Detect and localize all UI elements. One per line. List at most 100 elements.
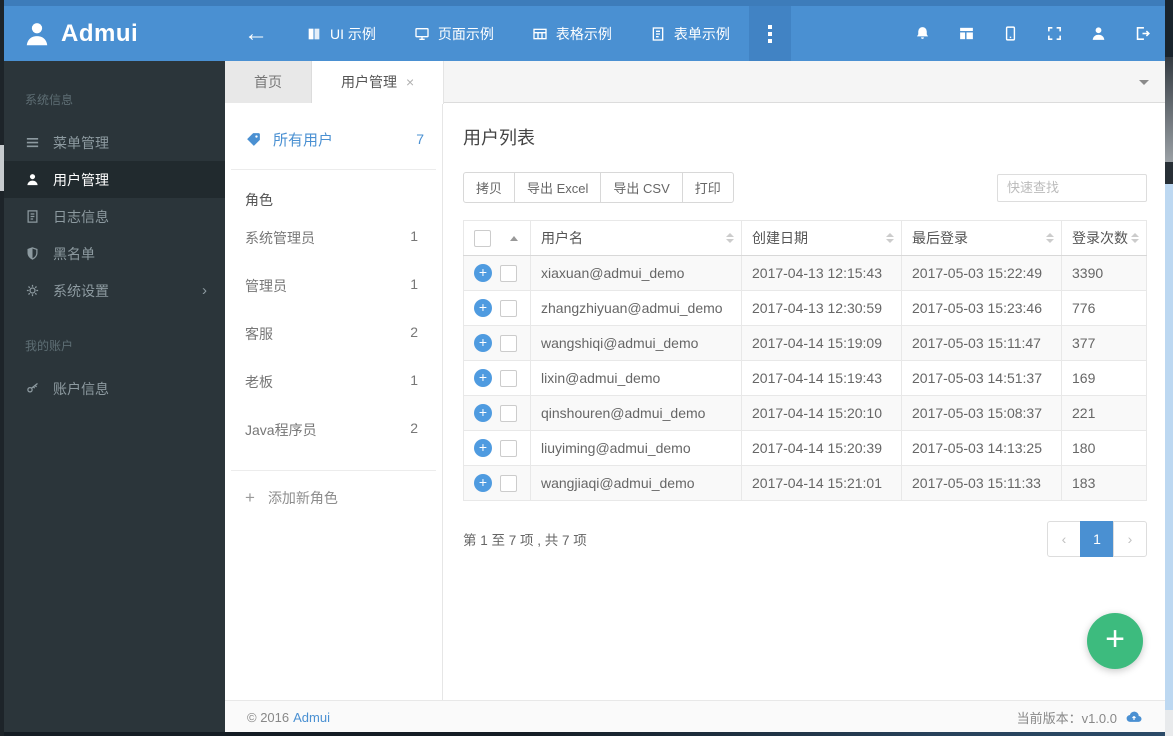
- book-icon: [306, 26, 322, 42]
- row-checkbox[interactable]: [500, 369, 517, 387]
- row-checkbox[interactable]: [500, 474, 517, 492]
- expand-row-icon[interactable]: +: [474, 264, 492, 282]
- sidebar-item-log-info[interactable]: 日志信息: [0, 198, 225, 235]
- cell-created: 2017-04-13 12:30:59: [741, 290, 902, 326]
- add-user-fab-button[interactable]: +: [1087, 613, 1143, 669]
- expand-row-icon[interactable]: +: [474, 439, 492, 457]
- nav-item-ui-demo[interactable]: UI 示例: [287, 6, 395, 61]
- roles-header: 角色: [245, 192, 273, 208]
- layout-icon[interactable]: [958, 25, 975, 42]
- row-checkbox[interactable]: [500, 439, 517, 457]
- role-item-boss[interactable]: 老板 1: [225, 358, 442, 406]
- nav-item-table-demo[interactable]: 表格示例: [513, 6, 631, 61]
- export-excel-button[interactable]: 导出 Excel: [514, 172, 602, 203]
- column-header-created[interactable]: 创建日期: [741, 220, 902, 256]
- all-users-filter[interactable]: 所有用户 7: [245, 121, 428, 157]
- tab-user-management[interactable]: 用户管理 ×: [312, 61, 445, 104]
- expand-row-icon[interactable]: +: [474, 299, 492, 317]
- column-header-login-count[interactable]: 登录次数: [1061, 220, 1147, 256]
- role-item-support[interactable]: 客服 2: [225, 310, 442, 358]
- table-row: + zhangzhiyuan@admui_demo 2017-04-13 12:…: [463, 290, 1147, 326]
- copy-button[interactable]: 拷贝: [463, 172, 516, 203]
- brand-logo[interactable]: Admui: [22, 19, 138, 49]
- expand-row-icon[interactable]: +: [474, 334, 492, 352]
- role-count: 2: [410, 420, 418, 436]
- cell-created: 2017-04-13 12:15:43: [741, 255, 902, 291]
- cell-created: 2017-04-14 15:20:39: [741, 430, 902, 466]
- row-checkbox[interactable]: [500, 299, 517, 317]
- table-row: + xiaxuan@admui_demo 2017-04-13 12:15:43…: [463, 255, 1147, 291]
- sidebar-item-label: 用户管理: [53, 171, 109, 188]
- page-scrollbar-thumb[interactable]: [1165, 57, 1173, 162]
- cell-login-count: 221: [1061, 395, 1147, 431]
- add-role-button[interactable]: + 添加新角色: [225, 471, 442, 525]
- role-item-admin[interactable]: 管理员 1: [225, 262, 442, 310]
- row-checkbox[interactable]: [500, 404, 517, 422]
- column-header-username[interactable]: 用户名: [530, 220, 742, 256]
- expand-row-icon[interactable]: +: [474, 404, 492, 422]
- tag-icon: [245, 131, 262, 148]
- export-button-group: 拷贝 导出 Excel 导出 CSV 打印: [463, 172, 734, 203]
- roles-panel: 所有用户 7 角色 系统管理员 1 管理员 1 客服 2 老板 1 Java程序…: [225, 103, 443, 700]
- sort-icons: [1131, 233, 1139, 243]
- print-button[interactable]: 打印: [681, 172, 734, 203]
- user-icon[interactable]: [1090, 25, 1107, 42]
- cell-login-count: 776: [1061, 290, 1147, 326]
- quick-search-input[interactable]: [997, 173, 1147, 202]
- sidebar-item-menu-management[interactable]: 菜单管理: [0, 124, 225, 161]
- form-icon: [650, 26, 666, 42]
- tab-dropdown-caret-icon[interactable]: [1139, 80, 1149, 85]
- key-icon: [24, 381, 40, 396]
- column-label: 用户名: [541, 230, 583, 246]
- mobile-icon[interactable]: [1002, 25, 1019, 42]
- cloud-upload-icon[interactable]: [1125, 708, 1143, 726]
- column-label: 创建日期: [752, 230, 808, 246]
- pagination: ‹ 1 ›: [1047, 521, 1147, 557]
- role-count: 1: [410, 372, 418, 388]
- close-icon[interactable]: ×: [406, 74, 414, 90]
- sidebar-item-blacklist[interactable]: 黑名单: [0, 235, 225, 272]
- role-item-sysadmin[interactable]: 系统管理员 1: [225, 214, 442, 262]
- logout-icon[interactable]: [1134, 25, 1151, 42]
- expand-row-icon[interactable]: +: [474, 369, 492, 387]
- bell-icon[interactable]: [914, 25, 931, 42]
- export-csv-button[interactable]: 导出 CSV: [600, 172, 683, 203]
- tab-home[interactable]: 首页: [225, 61, 312, 103]
- cell-login-count: 180: [1061, 430, 1147, 466]
- expand-row-icon[interactable]: +: [474, 474, 492, 492]
- select-all-checkbox[interactable]: [474, 229, 491, 247]
- all-users-label: 所有用户: [273, 131, 334, 149]
- scrollbar-segment: [1165, 0, 1173, 57]
- page-scrollbar: [1165, 0, 1173, 736]
- column-header-last-login[interactable]: 最后登录: [901, 220, 1062, 256]
- cell-last-login: 2017-05-03 15:23:46: [901, 290, 1062, 326]
- role-count: 1: [410, 228, 418, 244]
- monitor-icon: [414, 26, 430, 42]
- nav-item-page-demo[interactable]: 页面示例: [395, 6, 513, 61]
- sidebar-scrollbar-thumb[interactable]: [0, 145, 4, 191]
- prev-page-button[interactable]: ‹: [1047, 521, 1081, 557]
- footer-brand-link[interactable]: Admui: [293, 710, 330, 725]
- role-name: 客服: [245, 326, 273, 342]
- sidebar-item-system-settings[interactable]: 系统设置 ›: [0, 272, 225, 309]
- users-table: 用户名 创建日期 最后登录 登录次数 + xiaxuan@admui_demo …: [463, 220, 1147, 501]
- kebab-menu-icon: [767, 24, 772, 43]
- nav-item-form-demo[interactable]: 表单示例: [631, 6, 749, 61]
- page-button-1[interactable]: 1: [1080, 521, 1114, 557]
- sidebar-item-user-management[interactable]: 用户管理: [0, 161, 225, 198]
- row-checkbox[interactable]: [500, 264, 517, 282]
- more-menu-button[interactable]: [748, 6, 791, 61]
- cell-login-count: 183: [1061, 465, 1147, 501]
- row-checkbox[interactable]: [500, 334, 517, 352]
- back-arrow-icon[interactable]: ←: [225, 6, 287, 61]
- select-all-header[interactable]: [463, 220, 531, 256]
- next-page-button[interactable]: ›: [1113, 521, 1147, 557]
- tab-bar: 首页 用户管理 ×: [225, 61, 1165, 104]
- sidebar-item-account-info[interactable]: 账户信息: [0, 370, 225, 407]
- cell-username: wangjiaqi@admui_demo: [530, 465, 742, 501]
- cell-login-count: 169: [1061, 360, 1147, 396]
- fullscreen-icon[interactable]: [1046, 25, 1063, 42]
- table-info-text: 第 1 至 7 项 , 共 7 项: [463, 533, 587, 548]
- version-text: 当前版本：v1.0.0: [1016, 710, 1117, 726]
- role-item-java-dev[interactable]: Java程序员 2: [225, 406, 442, 454]
